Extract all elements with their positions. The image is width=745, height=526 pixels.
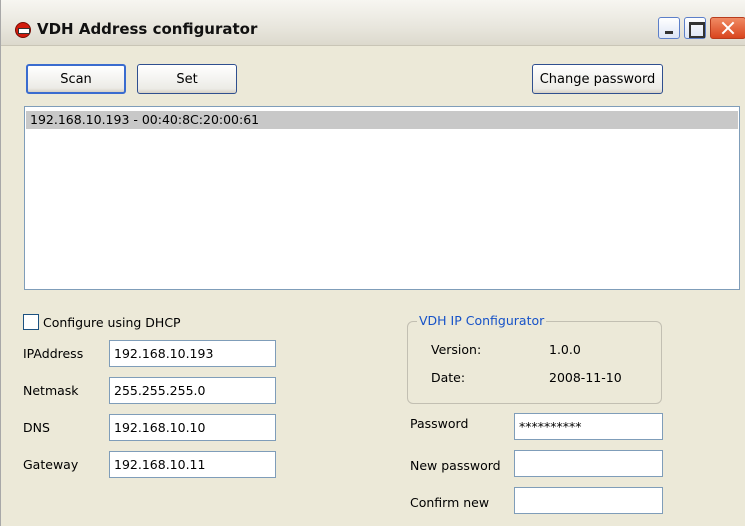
new-password-field[interactable] bbox=[514, 450, 663, 477]
confirm-password-label: Confirm new bbox=[410, 495, 490, 510]
ip-address-field[interactable] bbox=[109, 340, 276, 367]
date-label: Date: bbox=[431, 370, 466, 385]
version-value: 1.0.0 bbox=[549, 342, 581, 357]
netmask-label: Netmask bbox=[23, 383, 79, 398]
netmask-field[interactable] bbox=[109, 377, 276, 404]
close-icon[interactable] bbox=[710, 17, 745, 39]
app-window: VDH Address configurator Scan Set Change… bbox=[0, 0, 745, 526]
new-password-label: New password bbox=[410, 458, 501, 473]
gateway-label: Gateway bbox=[23, 457, 79, 472]
dns-field[interactable] bbox=[109, 414, 276, 441]
app-icon bbox=[15, 22, 31, 38]
set-button[interactable]: Set bbox=[137, 64, 237, 94]
info-group-title: VDH IP Configurator bbox=[417, 313, 547, 328]
change-password-button[interactable]: Change password bbox=[532, 64, 663, 94]
device-list[interactable]: 192.168.10.193 - 00:40:8C:20:00:61 bbox=[24, 106, 740, 290]
scan-button[interactable]: Scan bbox=[26, 64, 126, 94]
window-title: VDH Address configurator bbox=[37, 20, 258, 38]
dns-label: DNS bbox=[23, 420, 50, 435]
list-item[interactable]: 192.168.10.193 - 00:40:8C:20:00:61 bbox=[26, 111, 738, 129]
confirm-password-field[interactable] bbox=[514, 487, 663, 514]
dhcp-label[interactable]: Configure using DHCP bbox=[43, 315, 181, 330]
version-label: Version: bbox=[431, 342, 482, 357]
title-bar[interactable]: VDH Address configurator bbox=[1, 0, 745, 46]
info-groupbox bbox=[407, 321, 662, 404]
ip-address-label: IPAddress bbox=[23, 346, 84, 361]
minimize-icon[interactable] bbox=[658, 17, 680, 39]
maximize-icon[interactable] bbox=[684, 17, 706, 39]
gateway-field[interactable] bbox=[109, 451, 276, 478]
dhcp-checkbox[interactable] bbox=[23, 314, 39, 330]
password-field[interactable] bbox=[514, 413, 663, 440]
date-value: 2008-11-10 bbox=[549, 370, 622, 385]
password-label: Password bbox=[410, 416, 469, 431]
